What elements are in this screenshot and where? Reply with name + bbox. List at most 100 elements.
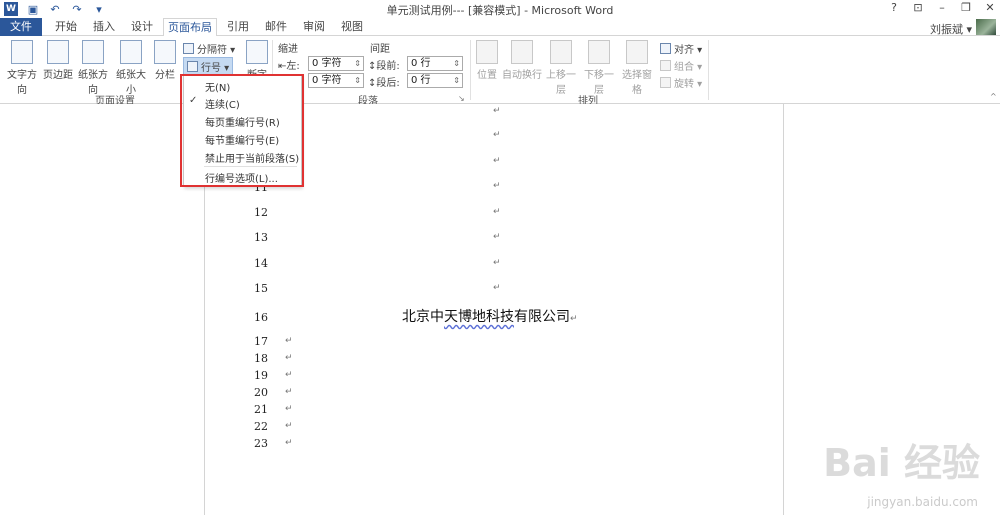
size-button[interactable]: 纸张大小 bbox=[112, 40, 150, 96]
paragraph-mark: ↵ bbox=[493, 106, 501, 116]
line-number: 12 bbox=[254, 206, 268, 219]
line-number: 20 bbox=[254, 386, 268, 399]
paragraph-mark: ↵ bbox=[493, 207, 501, 217]
paragraph-mark: ↵ bbox=[493, 130, 501, 140]
menu-item-restart-each-section[interactable]: 每节重编行号(E) bbox=[205, 132, 279, 147]
window-title: 单元测试用例--- [兼容模式] - Microsoft Word bbox=[386, 4, 614, 17]
undo-icon[interactable]: ↶ bbox=[48, 2, 62, 16]
selection-pane-icon bbox=[626, 40, 648, 64]
check-icon: ✓ bbox=[189, 95, 198, 106]
selection-pane-button[interactable]: 选择窗格 bbox=[618, 40, 656, 96]
margins-button[interactable]: 页边距 bbox=[42, 40, 74, 81]
line-number: 17 bbox=[254, 335, 268, 348]
indent-left-label: ⇤左: bbox=[278, 61, 300, 72]
text-direction-button[interactable]: 文字方向 bbox=[3, 40, 41, 96]
paragraph-mark: ↵ bbox=[285, 421, 293, 431]
margins-icon bbox=[47, 40, 69, 64]
paragraph-mark: ↵ bbox=[285, 404, 293, 414]
paragraph-mark: ↵ bbox=[285, 336, 293, 346]
paragraph-mark: ↵ bbox=[285, 353, 293, 363]
line-number: 19 bbox=[254, 369, 268, 382]
paragraph-mark: ↵ bbox=[285, 438, 293, 448]
line-number: 22 bbox=[254, 420, 268, 433]
columns-icon bbox=[154, 40, 176, 64]
quick-access-toolbar: W ▣ ↶ ↷ ▾ bbox=[4, 2, 106, 16]
hyphenation-icon bbox=[246, 40, 268, 64]
menu-separator bbox=[204, 166, 297, 167]
collapse-ribbon-icon[interactable]: ^ bbox=[990, 92, 997, 101]
line-numbers-dropdown: 无(N) ✓ 连续(C) 每页重编行号(R) 每节重编行号(E) 禁止用于当前段… bbox=[183, 74, 302, 187]
send-backward-button[interactable]: 下移一层 bbox=[580, 40, 618, 96]
align-icon bbox=[660, 43, 671, 54]
tab-mailings[interactable]: 邮件 bbox=[262, 18, 290, 36]
save-icon[interactable]: ▣ bbox=[26, 2, 40, 16]
paragraph-mark: ↵ bbox=[493, 258, 501, 268]
tab-references[interactable]: 引用 bbox=[224, 18, 252, 36]
minimize-icon[interactable]: – bbox=[936, 1, 948, 14]
close-icon[interactable]: ✕ bbox=[984, 1, 996, 14]
menu-item-line-numbering-options[interactable]: 行编号选项(L)... bbox=[205, 170, 278, 185]
position-button[interactable]: 位置 bbox=[473, 40, 501, 81]
line-number: 14 bbox=[254, 257, 268, 270]
orientation-button[interactable]: 纸张方向 bbox=[74, 40, 112, 96]
breaks-button[interactable]: 分隔符 ▾ bbox=[183, 41, 235, 56]
menu-item-none[interactable]: 无(N) bbox=[205, 79, 230, 94]
paragraph-mark: ↵ bbox=[493, 232, 501, 242]
watermark-brand: Bai 经验 bbox=[823, 441, 980, 485]
page-right-edge bbox=[783, 104, 784, 515]
spell-check-underline: 天博地科技 bbox=[444, 309, 514, 325]
user-name[interactable]: 刘振斌 ▾ bbox=[930, 21, 972, 37]
document-workspace[interactable]: ↵ ↵ ↵ ↵ 11 12 ↵ 13 ↵ 14 ↵ 15 ↵ 16 北京中天博地… bbox=[0, 104, 1000, 515]
tab-file[interactable]: 文件 bbox=[0, 18, 42, 36]
word-logo-icon: W bbox=[4, 2, 18, 16]
menu-item-suppress-current-paragraph[interactable]: 禁止用于当前段落(S) bbox=[205, 150, 299, 165]
line-number: 13 bbox=[254, 231, 268, 244]
paragraph-mark: ↵ bbox=[493, 181, 501, 191]
title-bar: W ▣ ↶ ↷ ▾ 单元测试用例--- [兼容模式] - Microsoft W… bbox=[0, 0, 1000, 18]
spacing-before-label: ↕段前: bbox=[368, 61, 400, 72]
group-icon bbox=[660, 60, 671, 71]
rotate-button[interactable]: 旋转 ▾ bbox=[660, 75, 702, 90]
window-controls: ? ⊡ – ❐ ✕ bbox=[888, 1, 996, 14]
align-button[interactable]: 对齐 ▾ bbox=[660, 41, 702, 56]
indent-heading: 缩进 bbox=[278, 44, 298, 55]
customize-qat-icon[interactable]: ▾ bbox=[92, 2, 106, 16]
line-number: 21 bbox=[254, 403, 268, 416]
line-number: 23 bbox=[254, 437, 268, 450]
columns-button[interactable]: 分栏 bbox=[152, 40, 178, 81]
tab-insert[interactable]: 插入 bbox=[90, 18, 118, 36]
paragraph-mark: ↵ bbox=[570, 314, 578, 324]
paragraph-dialog-launcher-icon[interactable]: ↘ bbox=[458, 94, 465, 103]
avatar[interactable] bbox=[976, 19, 996, 35]
document-heading: 北京中天博地科技有限公司↵ bbox=[402, 309, 578, 325]
tab-view[interactable]: 视图 bbox=[338, 18, 366, 36]
paragraph-mark: ↵ bbox=[285, 387, 293, 397]
orientation-icon bbox=[82, 40, 104, 64]
spacing-before-input[interactable]: 0 行 bbox=[407, 56, 463, 71]
text-direction-icon bbox=[11, 40, 33, 64]
spacing-after-input[interactable]: 0 行 bbox=[407, 73, 463, 88]
bring-forward-icon bbox=[550, 40, 572, 64]
indent-right-input[interactable]: 0 字符 bbox=[308, 73, 364, 88]
paragraph-mark: ↵ bbox=[493, 283, 501, 293]
line-number: 15 bbox=[254, 282, 268, 295]
ribbon-display-icon[interactable]: ⊡ bbox=[912, 1, 924, 14]
paragraph-mark: ↵ bbox=[285, 370, 293, 380]
help-icon[interactable]: ? bbox=[888, 1, 900, 14]
spacing-after-label: ↕段后: bbox=[368, 78, 400, 89]
tab-design[interactable]: 设计 bbox=[128, 18, 156, 36]
menu-item-continuous[interactable]: 连续(C) bbox=[205, 96, 240, 111]
ribbon-page-layout: 文字方向 页边距 纸张方向 纸张大小 分栏 分隔符 ▾ 行号 ▾ 断字 页面设置… bbox=[0, 36, 1000, 107]
menu-item-restart-each-page[interactable]: 每页重编行号(R) bbox=[205, 114, 280, 129]
tab-review[interactable]: 审阅 bbox=[300, 18, 328, 36]
wrap-text-button[interactable]: 自动换行 bbox=[502, 40, 542, 81]
indent-left-input[interactable]: 0 字符 bbox=[308, 56, 364, 71]
restore-icon[interactable]: ❐ bbox=[960, 1, 972, 14]
redo-icon[interactable]: ↷ bbox=[70, 2, 84, 16]
breaks-icon bbox=[183, 43, 194, 54]
send-backward-icon bbox=[588, 40, 610, 64]
group-button[interactable]: 组合 ▾ bbox=[660, 58, 702, 73]
tab-page-layout[interactable]: 页面布局 bbox=[163, 18, 217, 37]
tab-home[interactable]: 开始 bbox=[52, 18, 80, 36]
bring-forward-button[interactable]: 上移一层 bbox=[542, 40, 580, 96]
